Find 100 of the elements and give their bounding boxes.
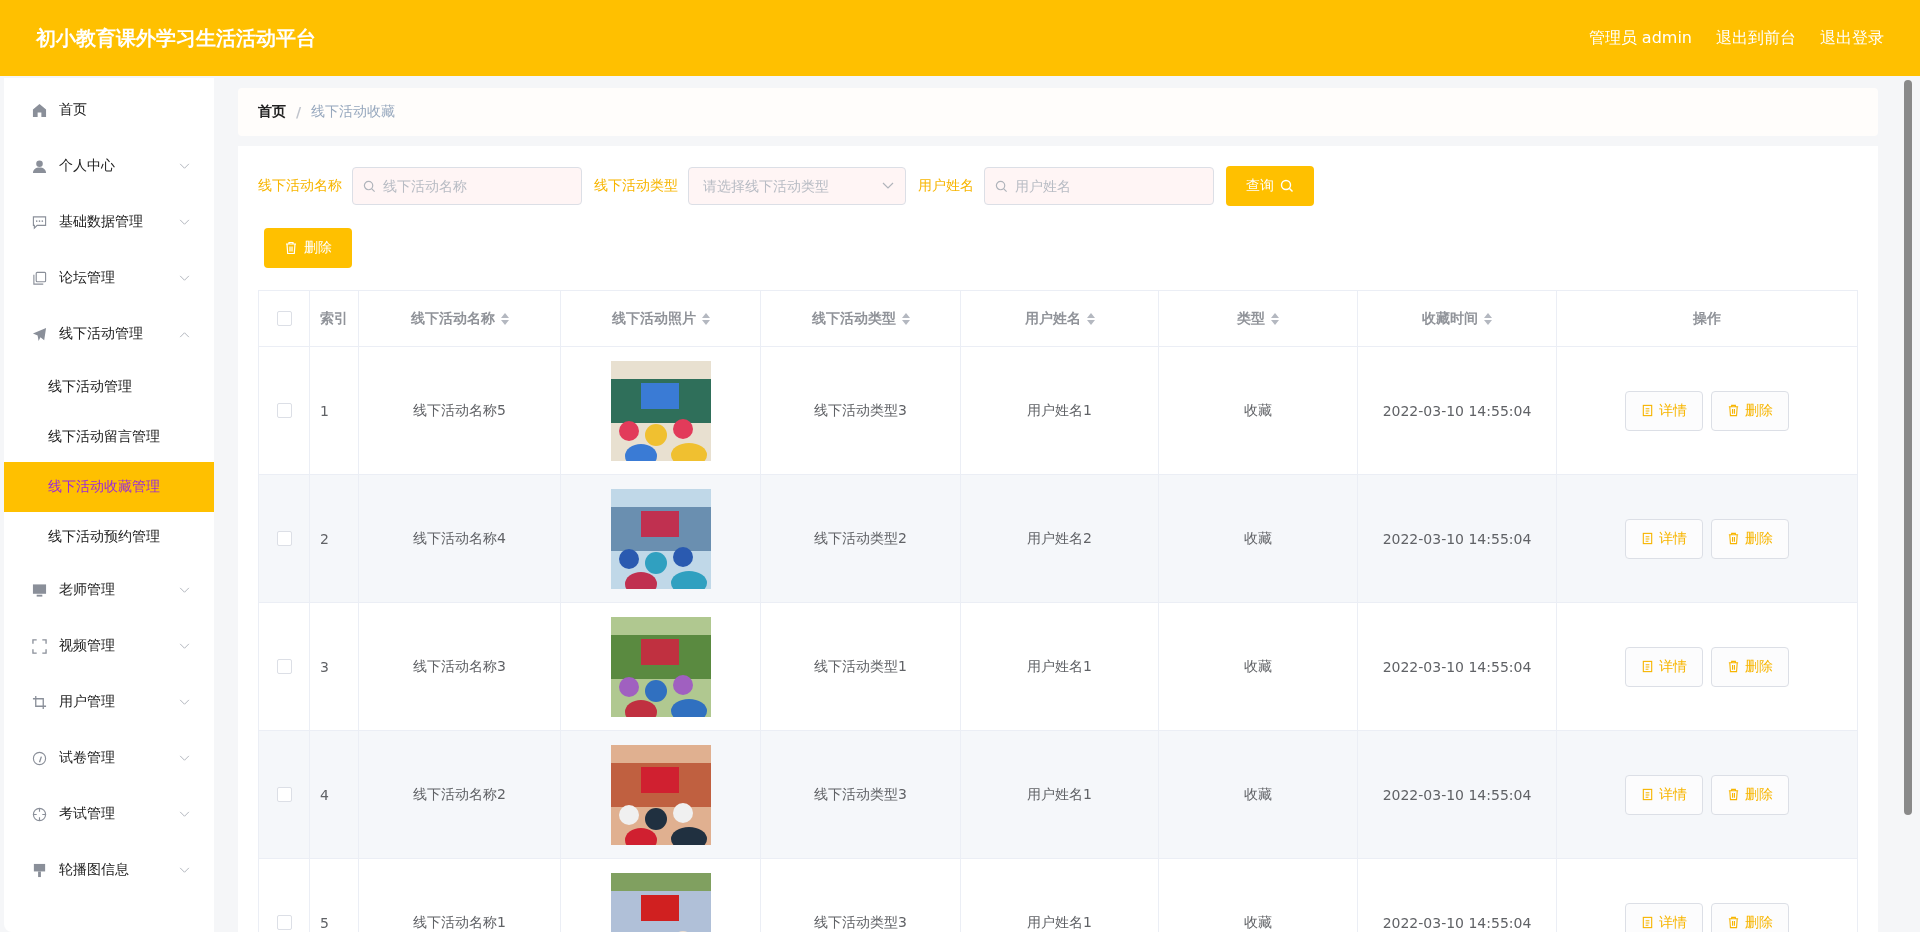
table-cell: 收藏 <box>1158 347 1357 474</box>
delete-button[interactable]: 删除 <box>1711 390 1789 431</box>
table-cell: 2022-03-10 14:55:04 <box>1357 731 1556 858</box>
select-field[interactable]: 请选择线下活动类型 <box>688 167 906 205</box>
row-checkbox[interactable] <box>276 659 292 674</box>
table-cell: 线下活动名称1 <box>358 859 560 932</box>
delete-button[interactable]: 删除 <box>1711 518 1789 559</box>
table-cell: 线下活动名称5 <box>358 347 560 474</box>
menu-item[interactable]: 视频管理 <box>4 618 214 674</box>
table-cell: 2022-03-10 14:55:04 <box>1357 603 1556 730</box>
submenu-item[interactable]: 线下活动预约管理 <box>4 512 214 562</box>
search-field[interactable]: 用户姓名 <box>984 167 1214 205</box>
field-label: 用户姓名 <box>918 177 974 195</box>
document-icon <box>1641 404 1654 417</box>
table-cell: 3 <box>309 603 358 730</box>
menu-item[interactable]: 论坛管理 <box>4 250 214 306</box>
details-button[interactable]: 详情 <box>1625 646 1703 687</box>
table-cell: 线下活动类型3 <box>760 859 960 932</box>
table-cell: 线下活动类型1 <box>760 603 960 730</box>
crosshair-icon <box>32 806 47 822</box>
table-cell: 4 <box>309 731 358 858</box>
frame-icon <box>32 638 47 654</box>
app-title: 初小教育课外学习生活活动平台 <box>36 24 316 52</box>
delete-button[interactable]: 删除 <box>264 228 352 268</box>
trash-icon <box>1727 916 1740 929</box>
column-header[interactable]: 收藏时间 <box>1357 291 1556 346</box>
row-checkbox[interactable] <box>276 403 292 418</box>
details-button[interactable]: 详情 <box>1625 774 1703 815</box>
header-link[interactable]: 管理员 admin <box>1588 27 1692 49</box>
delete-button[interactable]: 删除 <box>1711 902 1789 932</box>
submenu-item[interactable]: 线下活动管理 <box>4 362 214 412</box>
breadcrumb-item: 线下活动收藏 <box>311 103 396 121</box>
table-cell: 2 <box>309 475 358 602</box>
details-button[interactable]: 详情 <box>1625 390 1703 431</box>
document-icon <box>1641 788 1654 801</box>
submenu-item[interactable]: 线下活动收藏管理 <box>4 462 214 512</box>
delete-button[interactable]: 删除 <box>1711 646 1789 687</box>
submenu-item[interactable]: 线下活动留言管理 <box>4 412 214 462</box>
table-cell: 2022-03-10 14:55:04 <box>1357 859 1556 932</box>
trash-icon <box>1727 788 1740 801</box>
search-field[interactable]: 线下活动名称 <box>352 167 582 205</box>
query-button[interactable]: 查询 <box>1226 166 1314 206</box>
table-cell: 线下活动名称3 <box>358 603 560 730</box>
menu-item[interactable]: 轮播图信息 <box>4 842 214 898</box>
menu-item[interactable]: 个人中心 <box>4 138 214 194</box>
gauge-icon <box>32 750 47 766</box>
table-cell: 线下活动类型3 <box>760 347 960 474</box>
document-icon <box>1641 916 1654 929</box>
trash-icon <box>1727 660 1740 673</box>
document-icon <box>1641 532 1654 545</box>
delete-button[interactable]: 删除 <box>1711 774 1789 815</box>
user-icon <box>32 158 47 174</box>
chevron-icon <box>882 182 894 190</box>
menu-item[interactable]: 基础数据管理 <box>4 194 214 250</box>
table-cell: 1 <box>309 347 358 474</box>
breadcrumb-separator: / <box>296 104 302 120</box>
field-label: 线下活动名称 <box>258 177 342 195</box>
table-cell: 2022-03-10 14:55:04 <box>1357 475 1556 602</box>
crop-icon <box>32 694 47 710</box>
column-header[interactable]: 线下活动照片 <box>560 291 760 346</box>
table-cell: 用户姓名1 <box>960 859 1158 932</box>
menu-item[interactable]: 线下活动管理 <box>4 306 214 362</box>
monitor-icon <box>32 582 47 598</box>
trash-icon <box>1727 404 1740 417</box>
table-cell: 2022-03-10 14:55:04 <box>1357 347 1556 474</box>
scrollbar[interactable] <box>1904 80 1912 815</box>
header-link[interactable]: 退出登录 <box>1820 27 1884 49</box>
trash-icon <box>1727 532 1740 545</box>
menu-item[interactable]: 试卷管理 <box>4 730 214 786</box>
row-checkbox[interactable] <box>276 787 292 802</box>
column-header: 索引 <box>309 291 358 346</box>
details-button[interactable]: 详情 <box>1625 902 1703 932</box>
document-icon <box>1641 660 1654 673</box>
column-header[interactable]: 类型 <box>1158 291 1357 346</box>
copy-icon <box>32 270 47 286</box>
header-link[interactable]: 退出到前台 <box>1716 27 1796 49</box>
brush-icon <box>32 862 47 878</box>
menu-item[interactable]: 老师管理 <box>4 562 214 618</box>
row-checkbox[interactable] <box>276 915 292 930</box>
table-cell: 用户姓名1 <box>960 731 1158 858</box>
column-header[interactable]: 线下活动类型 <box>760 291 960 346</box>
table-cell: 用户姓名2 <box>960 475 1158 602</box>
table-cell: 收藏 <box>1158 603 1357 730</box>
menu-item[interactable]: 考试管理 <box>4 786 214 842</box>
column-header[interactable]: 用户姓名 <box>960 291 1158 346</box>
details-button[interactable]: 详情 <box>1625 518 1703 559</box>
chat-icon <box>32 214 47 230</box>
menu-item[interactable]: 用户管理 <box>4 674 214 730</box>
table-cell: 线下活动名称4 <box>358 475 560 602</box>
menu-item[interactable]: 首页 <box>4 82 214 138</box>
field-label: 线下活动类型 <box>594 177 678 195</box>
select-all-checkbox[interactable] <box>276 311 292 326</box>
column-header: 操作 <box>1556 291 1857 346</box>
trash-icon <box>284 241 298 255</box>
table-cell: 5 <box>309 859 358 932</box>
search-icon <box>1280 179 1294 193</box>
breadcrumb-item[interactable]: 首页 <box>258 103 286 121</box>
table-cell: 收藏 <box>1158 859 1357 932</box>
column-header[interactable]: 线下活动名称 <box>358 291 560 346</box>
row-checkbox[interactable] <box>276 531 292 546</box>
